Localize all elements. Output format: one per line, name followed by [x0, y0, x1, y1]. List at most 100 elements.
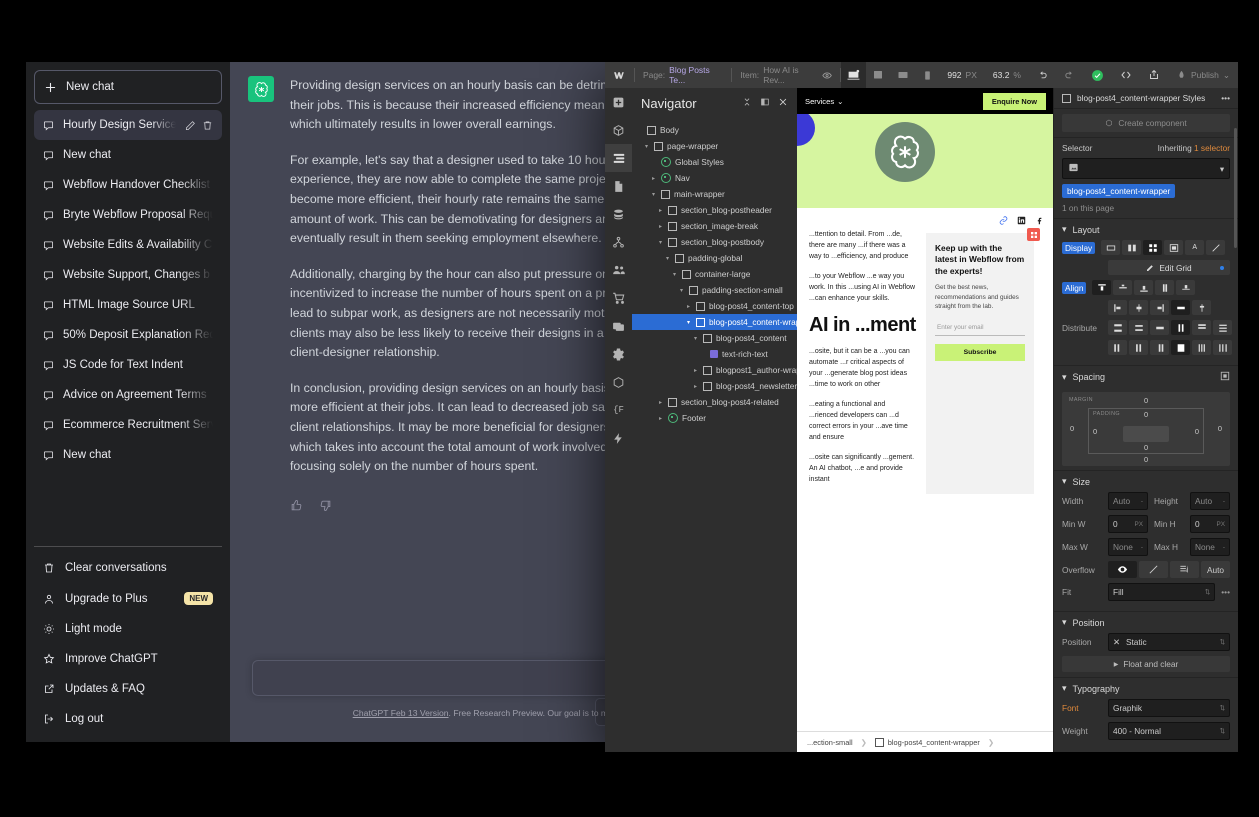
conversation-item[interactable]: New chat: [34, 140, 222, 170]
caret-icon[interactable]: ▾: [671, 271, 678, 278]
new-chat-button[interactable]: New chat: [34, 70, 222, 104]
width-input[interactable]: Auto -: [1108, 492, 1148, 510]
viewport-tablet[interactable]: [866, 62, 891, 88]
conversation-item[interactable]: 50% Deposit Explanation Req: [34, 320, 222, 350]
position-section-title[interactable]: ▾ Position: [1054, 611, 1238, 633]
code-icon[interactable]: [1112, 62, 1140, 88]
conversation-item[interactable]: Ecommerce Recruitment Serv: [34, 410, 222, 440]
conversation-item[interactable]: Website Edits & Availability C: [34, 230, 222, 260]
linkedin-icon[interactable]: [1017, 216, 1026, 225]
distribute-9-icon[interactable]: [1150, 340, 1169, 355]
enquire-now-button[interactable]: Enquire Now: [982, 92, 1046, 110]
min-height-input[interactable]: 0 PX: [1190, 515, 1230, 533]
navigator-node[interactable]: ▸ blog-post4_content-top: [632, 298, 797, 314]
subscribe-button[interactable]: Subscribe: [935, 344, 1025, 362]
height-input[interactable]: Auto -: [1190, 492, 1230, 510]
thumbs-down-icon[interactable]: [319, 499, 332, 512]
conversation-item[interactable]: Website Support, Changes b: [34, 260, 222, 290]
caret-icon[interactable]: ▾: [692, 335, 699, 342]
edit-grid-button[interactable]: Edit Grid: [1108, 260, 1230, 275]
caret-icon[interactable]: ▸: [685, 303, 692, 310]
caret-icon[interactable]: ▾: [678, 287, 685, 294]
selector-tag[interactable]: blog-post4_content-wrapper: [1062, 184, 1176, 198]
link-icon[interactable]: [999, 216, 1008, 225]
apps-icon[interactable]: [605, 368, 632, 396]
conversation-item[interactable]: Bryte Webflow Proposal Requ: [34, 200, 222, 230]
conversation-item[interactable]: Advice on Agreement Terms: [34, 380, 222, 410]
padding-box[interactable]: PADDING 0 0 0 0: [1088, 408, 1204, 454]
collapse-all-icon[interactable]: [742, 94, 752, 112]
item-selector[interactable]: Item: How AI is Rev...: [732, 62, 840, 88]
navigator-node[interactable]: text-rich-text: [632, 346, 797, 362]
justify-baseline-icon[interactable]: [1192, 300, 1211, 315]
padding-left-value[interactable]: 0: [1093, 427, 1097, 436]
conversation-item[interactable]: Webflow Handover Checklist: [34, 170, 222, 200]
breadcrumb-item-1[interactable]: blog-post4_content-wrapper: [869, 737, 986, 747]
webflow-logo[interactable]: [605, 62, 634, 88]
viewport-landscape[interactable]: [890, 62, 915, 88]
distribute-3-icon[interactable]: [1150, 320, 1169, 335]
distribute-4-icon[interactable]: [1171, 320, 1190, 335]
margin-top-value[interactable]: 0: [1144, 396, 1148, 405]
overflow-hidden-icon[interactable]: [1139, 561, 1168, 578]
padding-top-value[interactable]: 0: [1144, 410, 1148, 419]
overflow-visible-icon[interactable]: [1108, 561, 1137, 578]
float-and-clear-row[interactable]: ▶ Float and clear: [1062, 656, 1230, 672]
users-icon[interactable]: [605, 256, 632, 284]
typography-section-title[interactable]: ▾ Typography: [1054, 677, 1238, 699]
justify-stretch-icon[interactable]: [1171, 300, 1190, 315]
weight-select[interactable]: 400 - Normal ⇅: [1108, 722, 1230, 740]
distribute-5-icon[interactable]: [1192, 320, 1211, 335]
fit-select[interactable]: Fill ⇅: [1108, 583, 1216, 601]
max-height-input[interactable]: None -: [1190, 538, 1230, 556]
logic-icon[interactable]: [605, 228, 632, 256]
nav-services-link[interactable]: Services ⌄: [805, 97, 844, 106]
display-flex-icon[interactable]: [1122, 240, 1142, 255]
padding-bottom-value[interactable]: 0: [1144, 443, 1148, 452]
redo-button[interactable]: [1056, 62, 1083, 88]
caret-icon[interactable]: ▾: [643, 143, 650, 150]
distribute-11-icon[interactable]: [1192, 340, 1211, 355]
conversation-item[interactable]: JS Code for Text Indent: [34, 350, 222, 380]
caret-icon[interactable]: ▸: [657, 399, 664, 406]
preview-eye-icon[interactable]: [822, 70, 832, 81]
caret-icon[interactable]: ▸: [657, 223, 664, 230]
caret-icon[interactable]: ▸: [650, 175, 657, 182]
display-inline-block-icon[interactable]: [1164, 240, 1184, 255]
design-canvas[interactable]: Services ⌄ Enquire Now ...ttention to de…: [797, 88, 1054, 752]
navigator-node[interactable]: ▸ Footer: [632, 410, 797, 426]
justify-end-icon[interactable]: [1150, 300, 1169, 315]
page-selector[interactable]: Page: Blog Posts Te...: [635, 62, 731, 88]
align-end-icon[interactable]: [1134, 280, 1154, 295]
navigator-node[interactable]: Body: [632, 122, 797, 138]
caret-icon[interactable]: ▸: [657, 415, 664, 422]
delete-icon[interactable]: [202, 120, 213, 131]
spacing-control[interactable]: MARGIN 0 0 0 0 PADDING 0 0 0 0: [1062, 392, 1230, 466]
display-block-icon[interactable]: [1101, 240, 1121, 255]
conversation-item[interactable]: Hourly Design Service: [34, 110, 222, 140]
caret-icon[interactable]: ▾: [657, 239, 664, 246]
distribute-1-icon[interactable]: [1108, 320, 1127, 335]
margin-right-value[interactable]: 0: [1218, 424, 1222, 433]
navigator-node[interactable]: ▸ section_blog-postheader: [632, 202, 797, 218]
cms-icon[interactable]: [605, 200, 632, 228]
navigator-node[interactable]: ▸ Nav: [632, 170, 797, 186]
distribute-10-icon[interactable]: [1171, 340, 1190, 355]
viewport-desktop[interactable]: [841, 62, 866, 88]
font-select[interactable]: Graphik ⇅: [1108, 699, 1230, 717]
caret-icon[interactable]: ▸: [692, 367, 699, 374]
navigator-node[interactable]: ▾ padding-global: [632, 250, 797, 266]
size-section-title[interactable]: ▾ Size: [1054, 470, 1238, 492]
distribute-12-icon[interactable]: [1213, 340, 1232, 355]
navigator-node[interactable]: ▾ page-wrapper: [632, 138, 797, 154]
margin-left-value[interactable]: 0: [1070, 424, 1074, 433]
menu-item[interactable]: Updates & FAQ: [34, 674, 222, 704]
justify-center-icon[interactable]: [1129, 300, 1148, 315]
menu-item[interactable]: Upgrade to Plus NEW: [34, 583, 222, 614]
distribute-2-icon[interactable]: [1129, 320, 1148, 335]
components-icon[interactable]: [605, 116, 632, 144]
overflow-auto-option[interactable]: Auto: [1201, 561, 1230, 578]
conversation-item[interactable]: New chat: [34, 440, 222, 470]
conversation-item[interactable]: HTML Image Source URL: [34, 290, 222, 320]
min-width-input[interactable]: 0 PX: [1108, 515, 1148, 533]
